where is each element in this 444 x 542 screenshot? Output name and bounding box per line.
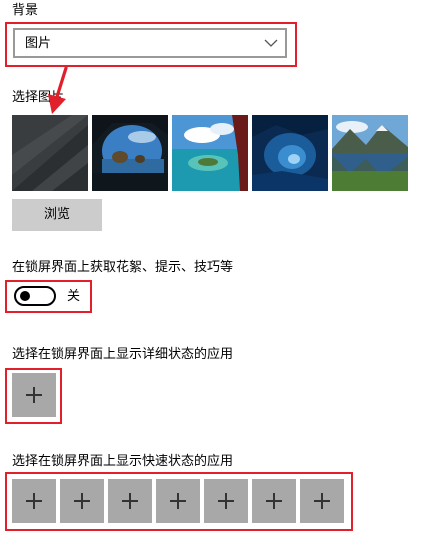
- chevron-down-icon: [264, 39, 278, 47]
- red-arrow-annotation: [48, 66, 68, 114]
- thumbnail-ice-cave[interactable]: [252, 115, 328, 191]
- add-quick-status-app-button-6[interactable]: [252, 479, 296, 523]
- add-quick-status-app-button-3[interactable]: [108, 479, 152, 523]
- detailed-status-label: 选择在锁屏界面上显示详细状态的应用: [12, 347, 234, 362]
- toggle-knob: [20, 291, 30, 301]
- quick-status-label: 选择在锁屏界面上显示快速状态的应用: [12, 454, 234, 469]
- thumbnail-dark-abstract[interactable]: [12, 115, 88, 191]
- lock-screen-tips-label: 在锁屏界面上获取花絮、提示、技巧等: [12, 260, 234, 275]
- browse-button[interactable]: 浏览: [12, 199, 102, 231]
- background-section-title: 背景: [12, 3, 39, 18]
- background-type-dropdown[interactable]: 图片: [13, 28, 287, 58]
- add-quick-status-app-button-4[interactable]: [156, 479, 200, 523]
- thumbnail-sea-cave[interactable]: [92, 115, 168, 191]
- toggle-state-label: 关: [67, 289, 81, 304]
- add-quick-status-app-button-5[interactable]: [204, 479, 248, 523]
- dropdown-selected-value: 图片: [25, 36, 52, 51]
- add-quick-status-app-button-7[interactable]: [300, 479, 344, 523]
- add-detailed-status-app-button[interactable]: [12, 373, 56, 417]
- lock-screen-tips-toggle[interactable]: [14, 286, 56, 306]
- add-quick-status-app-button-1[interactable]: [12, 479, 56, 523]
- thumbnail-tropical-island[interactable]: [172, 115, 248, 191]
- add-quick-status-app-button-2[interactable]: [60, 479, 104, 523]
- thumbnail-mountain-lake[interactable]: [332, 115, 408, 191]
